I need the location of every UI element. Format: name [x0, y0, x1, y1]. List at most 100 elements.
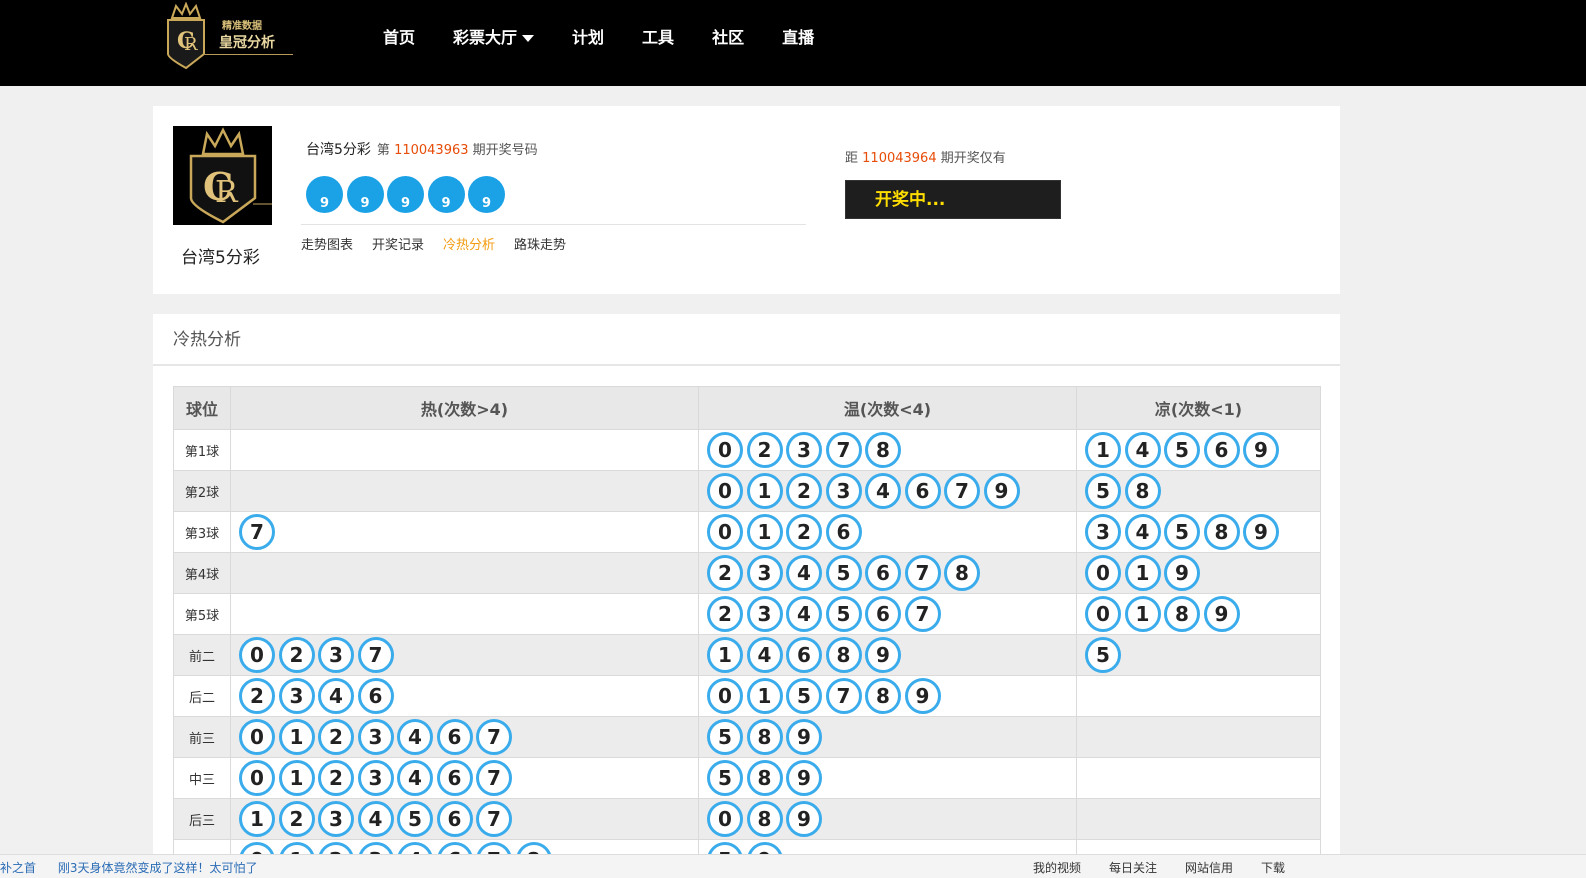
current-issue: 110043963: [394, 143, 469, 158]
nav-live[interactable]: 直播: [782, 24, 814, 48]
warm-cell: 02378: [698, 429, 1077, 471]
tray-my-videos[interactable]: 我的视频: [1033, 859, 1081, 876]
table-row: 第1球 0 2 3 7 8 1 4 5 6 9: [173, 429, 1321, 471]
number-ball: 2: [278, 801, 315, 837]
warm-cell: 089: [698, 798, 1077, 840]
number-ball: 2: [746, 432, 783, 468]
table-row: 第4球 2 3 4 5 6 7 8 0 1 9: [173, 552, 1321, 594]
warm-cell: 015789: [698, 675, 1077, 717]
cold-cell: [1076, 675, 1321, 717]
tab-bead-trend[interactable]: 路珠走势: [514, 234, 566, 253]
number-ball: 8: [944, 555, 980, 591]
number-ball: 4: [1124, 514, 1161, 550]
warm-cell: 14689: [698, 634, 1077, 676]
nav-lottery-hall[interactable]: 彩票大厅: [453, 24, 535, 48]
lottery-info-card: C R 台湾5分彩 台湾5分彩第 110043963 期开奖号码 9 9 9 9…: [153, 106, 1340, 294]
hot-cell: 2346: [230, 675, 699, 717]
number-ball: 7: [476, 719, 512, 755]
number-ball: 4: [746, 637, 783, 673]
number-ball: 5: [1085, 473, 1121, 509]
number-ball: 0: [1085, 596, 1121, 632]
top-navbar: C R 精准数据 皇冠分析 首页 彩票大厅 计划 工具 社区 直播: [0, 0, 1586, 86]
number-ball: 5: [825, 596, 862, 632]
cold-numbers: 14569: [1085, 431, 1320, 470]
tray-site-credit[interactable]: 网站信用: [1185, 859, 1233, 876]
table-row: 第5球 2 3 4 5 6 7 0 1 8 9: [173, 593, 1321, 635]
cold-numbers: 34589: [1085, 513, 1320, 552]
warm-numbers: 0126: [707, 513, 1076, 552]
hot-cell: [230, 593, 699, 635]
tab-hot-cold-analysis[interactable]: 冷热分析: [443, 234, 495, 253]
tab-draw-history[interactable]: 开奖记录: [372, 234, 424, 253]
hot-cell: 0237: [230, 634, 699, 676]
number-ball: 0: [239, 760, 275, 796]
number-ball: 4: [865, 473, 901, 509]
nav-plan[interactable]: 计划: [572, 24, 604, 48]
cold-cell: 58: [1076, 470, 1321, 512]
cold-numbers: [1085, 800, 1320, 839]
news-link[interactable]: 刚3天身体竟然变成了这样！太可怕了: [58, 861, 258, 875]
number-ball: 7: [476, 760, 512, 796]
nav-community[interactable]: 社区: [712, 24, 744, 48]
number-ball: 9: [1164, 555, 1200, 591]
number-ball: 3: [357, 719, 394, 755]
next-issue: 110043964: [862, 151, 937, 166]
tray-daily-focus[interactable]: 每日关注: [1109, 859, 1157, 876]
number-ball: 5: [786, 678, 822, 714]
warm-numbers: 589: [707, 759, 1076, 798]
number-ball: 3: [746, 596, 783, 632]
number-ball: 8: [746, 760, 783, 796]
number-ball: 6: [436, 760, 473, 796]
table-body: 第1球 0 2 3 7 8 1 4 5 6 9 第2球 0 1 2 3 4 6 7 9 5 8 第3球 7 0 1 2 6 3 4 5 8 9 第…: [173, 429, 1321, 878]
number-ball: 4: [357, 801, 394, 837]
position-cell: 第1球: [173, 429, 231, 471]
draw-ball: 9: [346, 176, 384, 213]
number-ball: 6: [436, 719, 473, 755]
number-ball: 8: [1203, 514, 1240, 550]
number-ball: 5: [707, 719, 743, 755]
header-warm: 温(次数<4): [698, 386, 1077, 430]
table-row: 中三 0 1 2 3 4 6 7 5 8 9: [173, 757, 1321, 799]
number-ball: 8: [746, 801, 783, 837]
cold-cell: 34589: [1076, 511, 1321, 553]
cold-cell: 14569: [1076, 429, 1321, 471]
nav-lottery-hall-label: 彩票大厅: [453, 28, 518, 47]
hot-cell: [230, 470, 699, 512]
number-ball: 4: [786, 596, 822, 632]
cold-numbers: [1085, 759, 1320, 798]
tab-trend-chart[interactable]: 走势图表: [301, 234, 353, 253]
header-position: 球位: [173, 386, 231, 430]
logo-tagline: 精准数据: [222, 21, 262, 32]
nav-home[interactable]: 首页: [383, 24, 415, 48]
number-ball: 0: [707, 473, 743, 509]
number-ball: 6: [825, 514, 862, 550]
table-row: 后二 2 3 4 6 0 1 5 7 8 9: [173, 675, 1321, 717]
number-ball: 3: [278, 678, 315, 714]
number-ball: 7: [476, 801, 512, 837]
number-ball: 3: [825, 473, 862, 509]
issue-prefix: 第: [376, 143, 390, 158]
table-header-row: 球位 热(次数>4) 温(次数<4) 凉(次数<1): [173, 386, 1321, 430]
nav-tools[interactable]: 工具: [642, 24, 674, 48]
countdown-suffix: 期开奖仅有: [940, 151, 1006, 166]
number-ball: 8: [1124, 473, 1161, 509]
number-ball: 9: [983, 473, 1020, 509]
hot-cold-table: 球位 热(次数>4) 温(次数<4) 凉(次数<1) 第1球 0 2 3 7 8 1 4 5 6 9…: [173, 386, 1321, 878]
section-title: 冷热分析: [153, 314, 1340, 366]
warm-numbers: 589: [707, 718, 1076, 757]
tray-download[interactable]: 下载: [1261, 859, 1285, 876]
number-ball: 3: [357, 760, 394, 796]
number-ball: 6: [904, 473, 941, 509]
table-row: 前二 0 2 3 7 1 4 6 8 9 5: [173, 634, 1321, 676]
lottery-logo-icon: C R: [173, 126, 272, 225]
cold-numbers: 58: [1085, 472, 1320, 511]
number-ball: 7: [239, 514, 275, 550]
hot-numbers: 0123467: [239, 759, 698, 798]
cold-numbers: 0189: [1085, 595, 1320, 634]
number-ball: 3: [786, 432, 822, 468]
number-ball: 5: [825, 555, 862, 591]
cold-cell: 5: [1076, 634, 1321, 676]
table-row: 第2球 0 1 2 3 4 6 7 9 5 8: [173, 470, 1321, 512]
number-ball: 3: [746, 555, 783, 591]
news-link[interactable]: 补之首: [0, 861, 36, 875]
